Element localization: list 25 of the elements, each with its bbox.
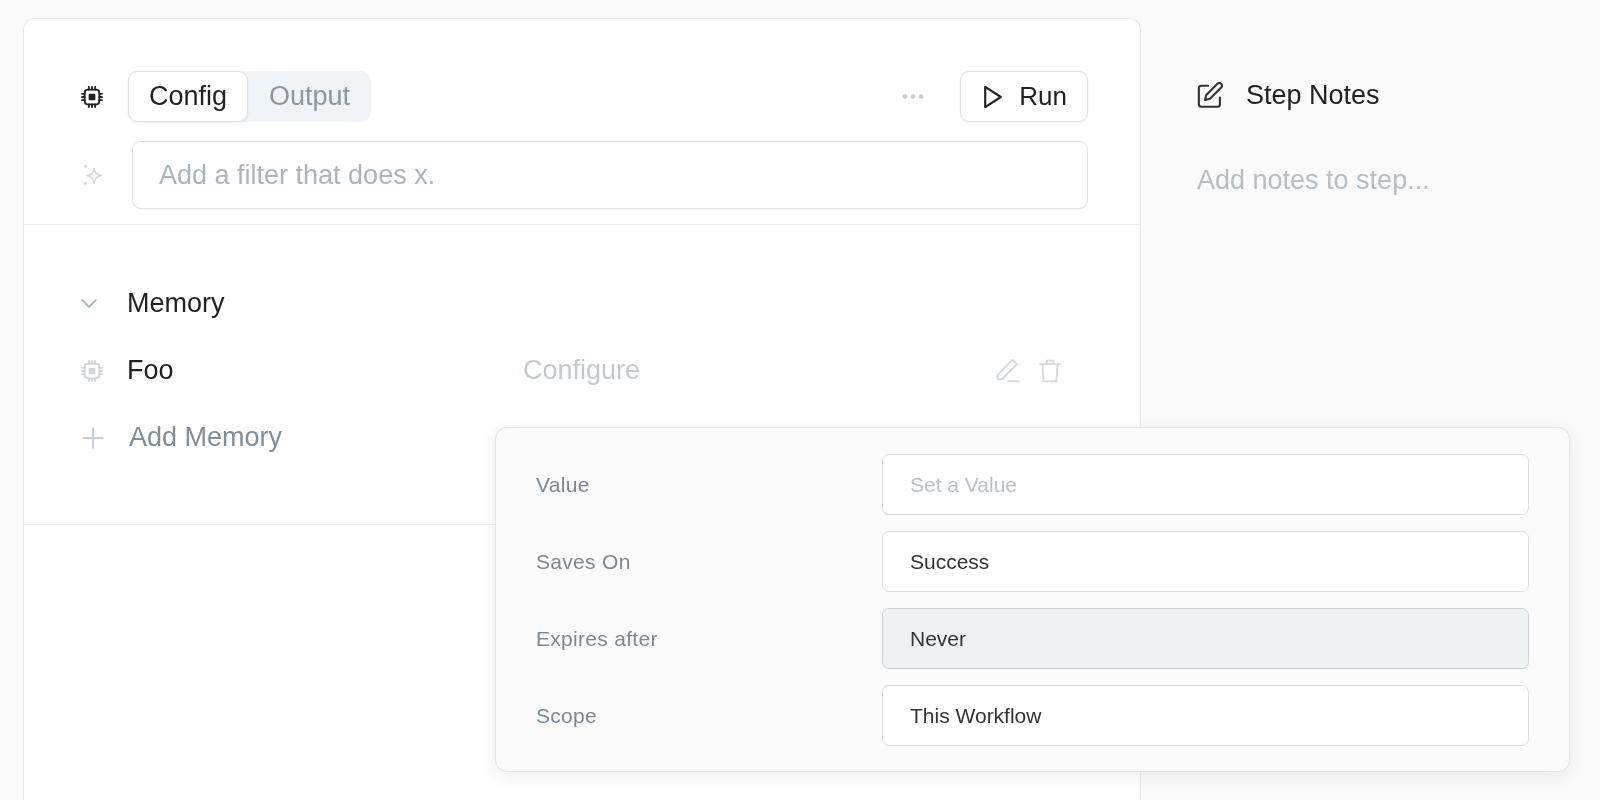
more-icon[interactable] bbox=[902, 93, 925, 100]
trash-icon[interactable] bbox=[1039, 357, 1061, 384]
chip-icon bbox=[81, 85, 103, 108]
run-button[interactable]: Run bbox=[960, 71, 1088, 122]
pencil-icon[interactable] bbox=[995, 358, 1020, 383]
section-title[interactable]: Memory bbox=[127, 288, 225, 319]
field-label: Value bbox=[536, 472, 590, 497]
field-label: Scope bbox=[536, 703, 598, 728]
field-input[interactable]: This Workflow bbox=[882, 685, 1529, 746]
field-label: Saves On bbox=[536, 549, 631, 574]
filter-input[interactable]: Add a filter that does x. bbox=[132, 141, 1088, 209]
chevron-down-icon[interactable] bbox=[81, 299, 97, 308]
edit-icon bbox=[1197, 82, 1223, 108]
notes-title: Step Notes bbox=[1246, 79, 1380, 111]
plus-icon[interactable] bbox=[82, 426, 104, 449]
field-input[interactable]: Success bbox=[882, 531, 1529, 592]
memory-name: Foo bbox=[127, 355, 174, 386]
notes-field[interactable]: Add notes to step... bbox=[1197, 162, 1497, 198]
field-input[interactable]: Never bbox=[882, 608, 1529, 669]
field-input[interactable]: Set a Value bbox=[882, 454, 1529, 515]
field-label: Expires after bbox=[536, 626, 658, 651]
play-icon bbox=[983, 84, 1004, 109]
chip-icon bbox=[81, 359, 103, 382]
tab[interactable]: Config bbox=[128, 71, 249, 122]
sparkle-icon bbox=[81, 163, 105, 187]
